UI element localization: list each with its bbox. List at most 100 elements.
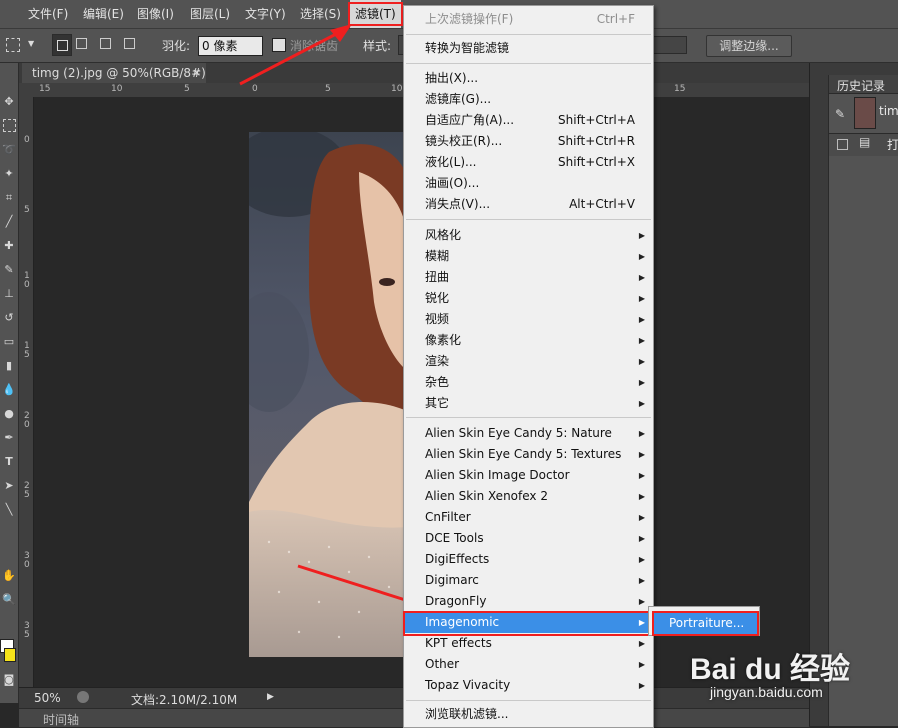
menu-item-noise[interactable]: 杂色 ▶ [404, 372, 653, 393]
menu-separator [406, 219, 651, 220]
menu-item-label: 转换为智能滤镜 [425, 41, 510, 55]
menu-item-blur[interactable]: 模糊 ▶ [404, 246, 653, 267]
menu-item-plugin[interactable]: Topaz Vivacity ▶ [404, 675, 653, 696]
menu-item-oil-paint[interactable]: 油画(O)... [404, 173, 653, 194]
menu-item-distort[interactable]: 扭曲 ▶ [404, 267, 653, 288]
menu-item-label: Alien Skin Xenofex 2 [425, 489, 548, 503]
menu-item-plugin[interactable]: DragonFly ▶ [404, 591, 653, 612]
baidu-jingyan-logo: Bai du 经验 [690, 653, 851, 686]
menu-item-label: DCE Tools [425, 531, 484, 545]
menu-item-label: 其它 [425, 396, 450, 410]
menu-separator [406, 34, 651, 35]
menu-item-video[interactable]: 视频 ▶ [404, 309, 653, 330]
menu-item-label: 消失点(V)... [425, 197, 491, 211]
submenu-arrow-icon: ▶ [638, 660, 645, 669]
menu-item-adaptive-wide-angle[interactable]: 自适应广角(A)... Shift+Ctrl+A [404, 110, 653, 131]
menu-item-lens-correction[interactable]: 镜头校正(R)... Shift+Ctrl+R [404, 131, 653, 152]
submenu-arrow-icon: ▶ [638, 639, 645, 648]
submenu-arrow-icon: ▶ [638, 252, 645, 261]
submenu-item-portraiture[interactable]: Portraiture... [652, 611, 759, 636]
history-step-label[interactable]: 打 [887, 136, 898, 153]
menu-separator [406, 63, 651, 64]
menu-item-render[interactable]: 渲染 ▶ [404, 351, 653, 372]
submenu-arrow-icon: ▶ [638, 429, 645, 438]
menu-item-label: KPT effects [425, 636, 492, 650]
zoom-level[interactable]: 50% [34, 691, 61, 705]
submenu-arrow-icon: ▶ [638, 471, 645, 480]
menu-item-filter-gallery[interactable]: 滤镜库(G)... [404, 89, 653, 110]
annotation-highlight-box [403, 611, 654, 636]
snapshot-label[interactable]: tim [879, 104, 898, 118]
menu-item-shortcut: Alt+Ctrl+V [569, 197, 635, 211]
menu-item-plugin[interactable]: DigiEffects ▶ [404, 549, 653, 570]
history-panel-title[interactable]: 历史记录 [837, 77, 885, 94]
document-icon: ▤ [859, 135, 871, 149]
annotation-arrow-filter-menu [239, 30, 341, 86]
submenu-arrow-icon: ▶ [638, 681, 645, 690]
menu-item-plugin[interactable]: KPT effects ▶ [404, 633, 653, 654]
menu-item-plugin[interactable]: Digimarc ▶ [404, 570, 653, 591]
menu-item-shortcut: Shift+Ctrl+R [557, 134, 635, 148]
menu-separator [406, 417, 651, 418]
menu-item-label: Topaz Vivacity [425, 678, 511, 692]
menu-item-sharpen[interactable]: 锐化 ▶ [404, 288, 653, 309]
submenu-arrow-icon: ▶ [638, 378, 645, 387]
menu-item-plugin[interactable]: Alien Skin Eye Candy 5: Textures ▶ [404, 444, 653, 465]
menu-item-label: 杂色 [425, 375, 450, 389]
menu-item-last-filter[interactable]: 上次滤镜操作(F) Ctrl+F [404, 9, 653, 30]
history-panel: 历史记录 ✎ tim ▤ 打 [828, 75, 898, 726]
menu-item-label: CnFilter [425, 510, 471, 524]
menu-item-label: 浏览联机滤镜... [425, 707, 509, 721]
arrowhead-icon [330, 24, 352, 42]
menu-item-label: Alien Skin Image Doctor [425, 468, 570, 482]
menu-item-label: 自适应广角(A)... [425, 113, 515, 127]
submenu-arrow-icon: ▶ [638, 399, 645, 408]
menu-item-pixelate[interactable]: 像素化 ▶ [404, 330, 653, 351]
submenu-arrow-icon: ▶ [638, 273, 645, 282]
menu-item-stylize[interactable]: 风格化 ▶ [404, 225, 653, 246]
menu-item-label: 视频 [425, 312, 450, 326]
menu-item-plugin[interactable]: Other ▶ [404, 654, 653, 675]
menu-item-plugin[interactable]: Alien Skin Eye Candy 5: Nature ▶ [404, 423, 653, 444]
menu-item-label: 锐化 [425, 291, 450, 305]
menu-item-browse-online[interactable]: 浏览联机滤镜... [404, 704, 653, 725]
snapshot-thumbnail[interactable] [854, 97, 876, 129]
menu-item-label: Alien Skin Eye Candy 5: Textures [425, 447, 622, 461]
submenu-arrow-icon: ▶ [638, 231, 645, 240]
menu-item-label: 液化(L)... [425, 155, 477, 169]
submenu-arrow-icon: ▶ [638, 555, 645, 564]
submenu-arrow-icon: ▶ [638, 336, 645, 345]
annotation-arrow-imagenomic [297, 564, 419, 606]
menu-item-other-cn[interactable]: 其它 ▶ [404, 393, 653, 414]
menu-item-shortcut: Shift+Ctrl+X [558, 155, 635, 169]
menu-item-liquify[interactable]: 液化(L)... Shift+Ctrl+X [404, 152, 653, 173]
menu-item-label: 上次滤镜操作(F) [425, 12, 514, 26]
submenu-arrow-icon: ▶ [638, 576, 645, 585]
menu-item-label: 滤镜库(G)... [425, 92, 492, 106]
menu-item-extract[interactable]: 抽出(X)... [404, 68, 653, 89]
menu-item-convert-smart-filter[interactable]: 转换为智能滤镜 [404, 38, 653, 59]
menu-item-label: 扭曲 [425, 270, 450, 284]
history-step-checkbox[interactable] [837, 139, 848, 150]
status-expand-icon[interactable]: ▶ [267, 692, 274, 702]
snapshot-brush-icon[interactable]: ✎ [835, 107, 845, 121]
menu-item-label: Alien Skin Eye Candy 5: Nature [425, 426, 612, 440]
menu-item-label: 抽出(X)... [425, 71, 479, 85]
menu-item-vanishing-point[interactable]: 消失点(V)... Alt+Ctrl+V [404, 194, 653, 215]
submenu-arrow-icon: ▶ [638, 492, 645, 501]
timeline-label[interactable]: 时间轴 [43, 711, 79, 728]
menu-item-shortcut: Ctrl+F [596, 12, 635, 26]
document-size-info: 文档:2.10M/2.10M [131, 693, 238, 707]
submenu-arrow-icon: ▶ [638, 513, 645, 522]
submenu-arrow-icon: ▶ [638, 294, 645, 303]
menu-item-label: Digimarc [425, 573, 479, 587]
menu-separator [406, 700, 651, 701]
menu-item-label: DigiEffects [425, 552, 490, 566]
menu-item-label: 镜头校正(R)... [425, 134, 503, 148]
menu-item-plugin[interactable]: Alien Skin Xenofex 2 ▶ [404, 486, 653, 507]
menu-item-shortcut: Shift+Ctrl+A [558, 113, 635, 127]
menu-item-plugin[interactable]: CnFilter ▶ [404, 507, 653, 528]
status-menu-icon[interactable] [77, 691, 89, 703]
menu-item-plugin[interactable]: Alien Skin Image Doctor ▶ [404, 465, 653, 486]
menu-item-plugin[interactable]: DCE Tools ▶ [404, 528, 653, 549]
